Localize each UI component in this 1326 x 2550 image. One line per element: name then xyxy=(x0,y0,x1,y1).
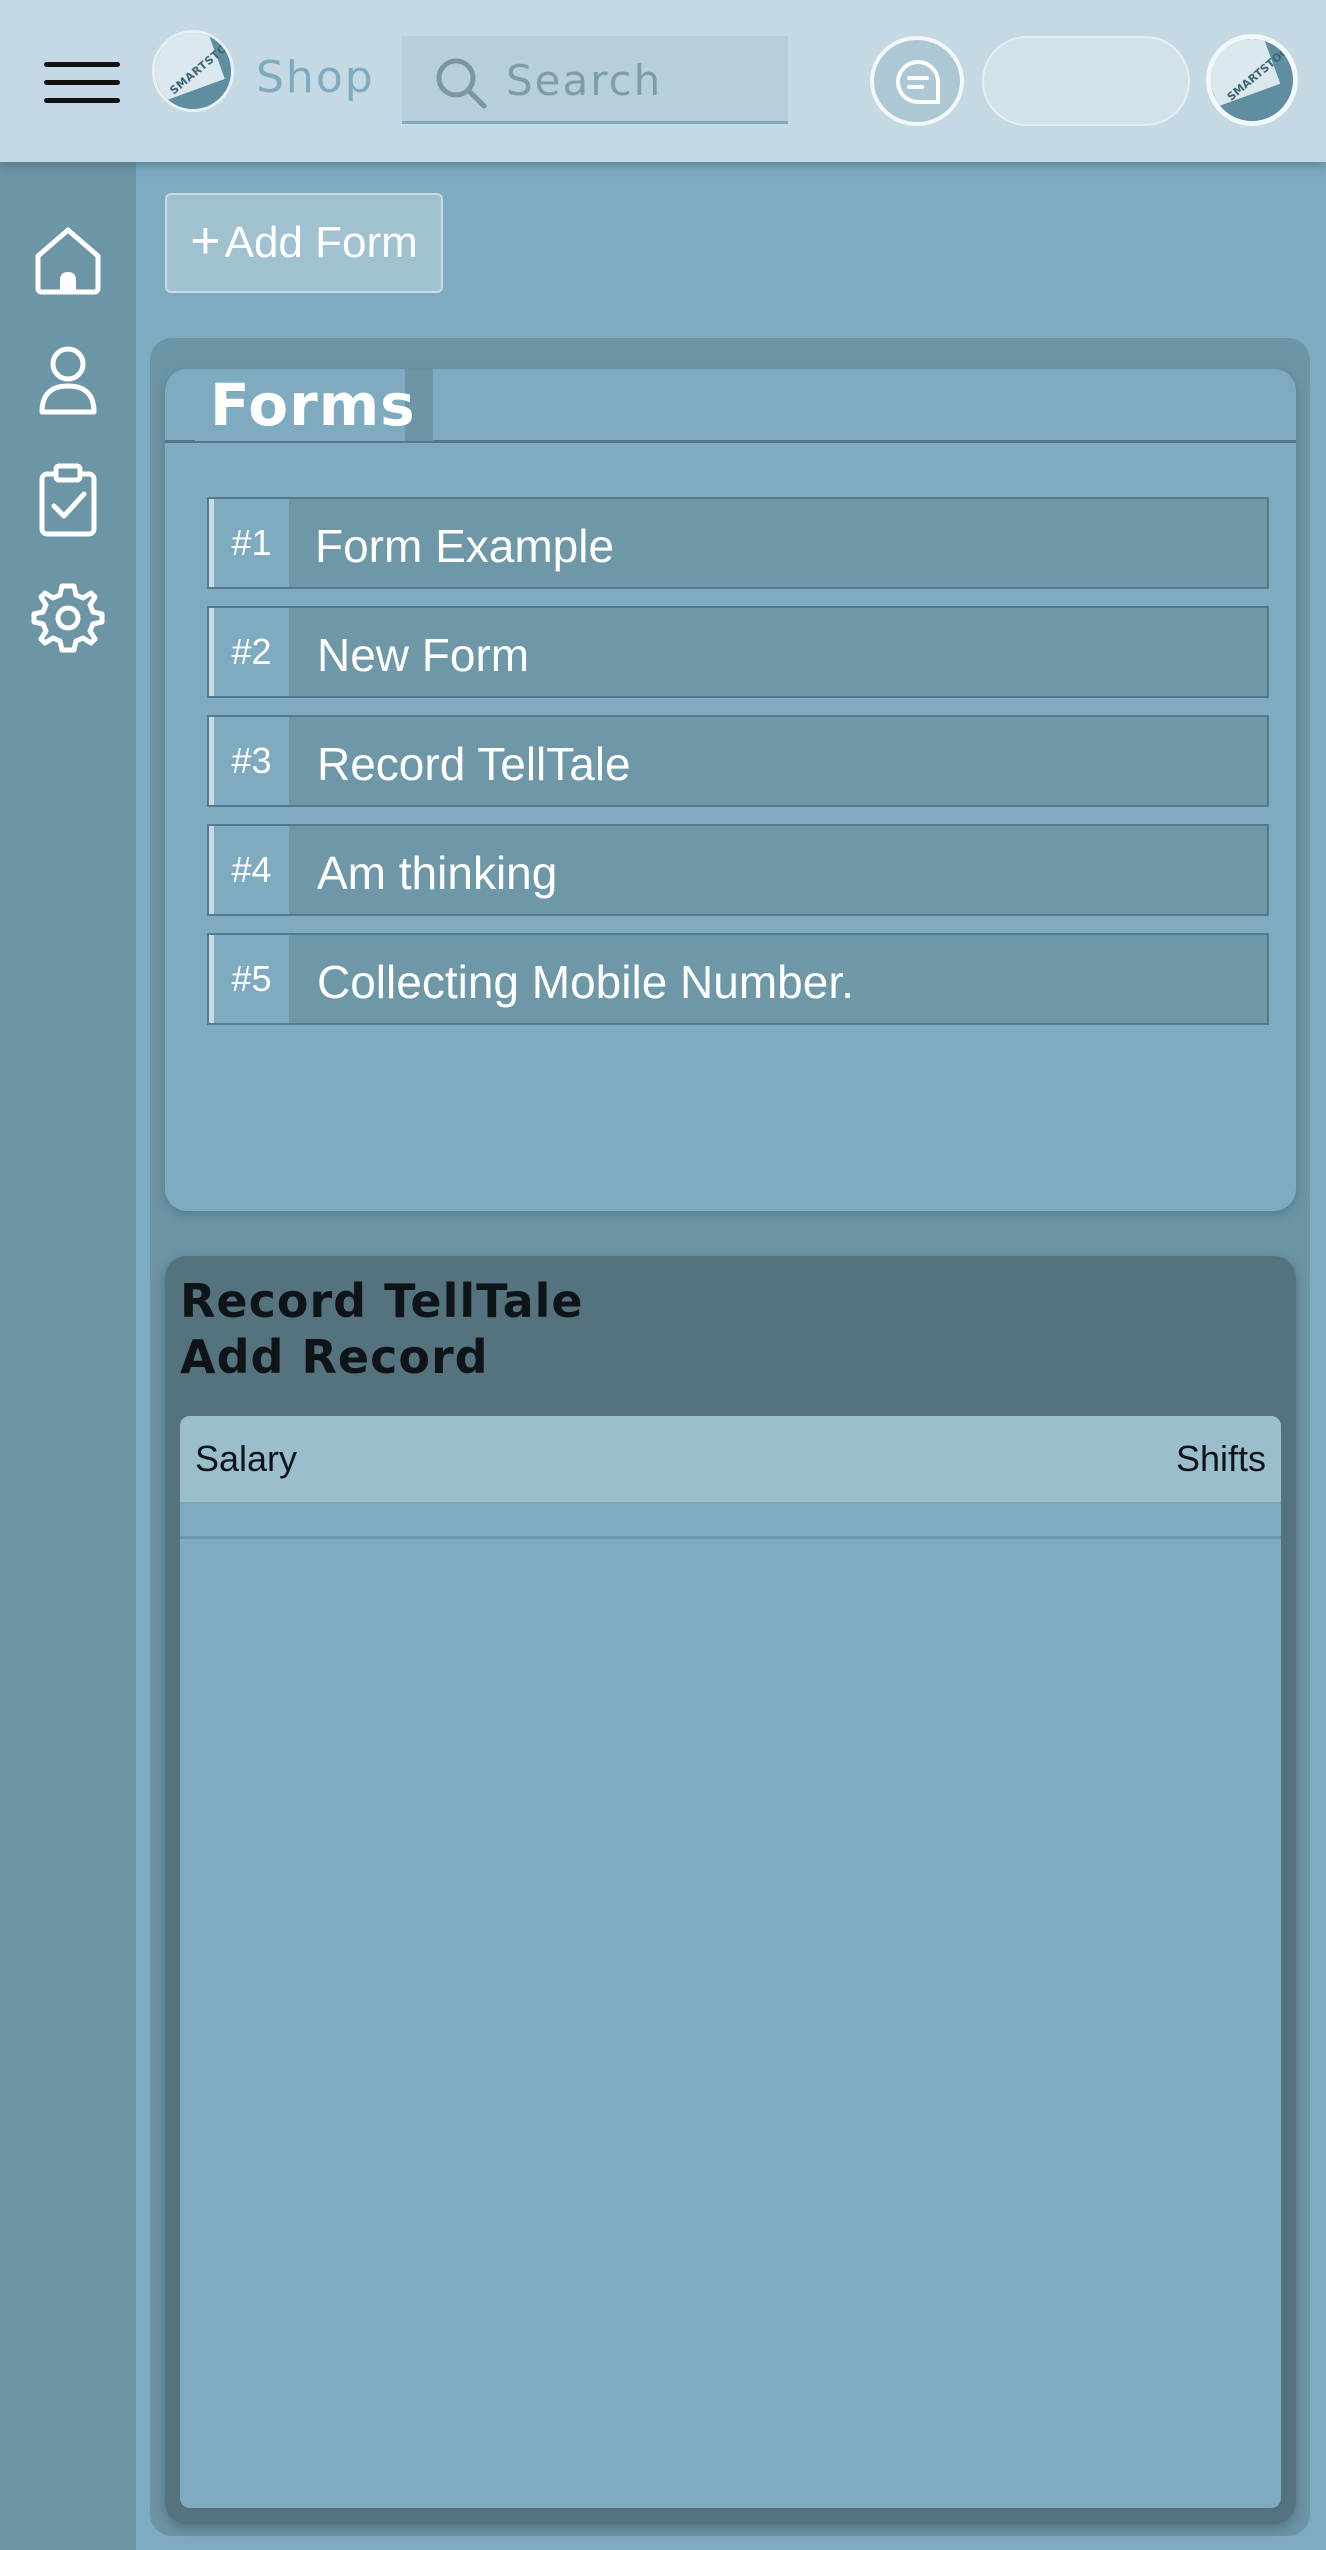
search-icon xyxy=(436,58,487,109)
avatar[interactable]: SMARTSTOCK xyxy=(1206,34,1298,126)
form-number: #1 xyxy=(209,499,289,587)
form-list-item[interactable]: #3 Record TellTale xyxy=(207,715,1269,807)
forms-card: Forms #1 Form Example #2 New Form #3 Rec… xyxy=(165,369,1296,1211)
column-header-shifts[interactable]: Shifts xyxy=(1176,1438,1266,1480)
column-header-salary[interactable]: Salary xyxy=(195,1438,297,1480)
form-name: New Form xyxy=(317,629,530,681)
record-table: Salary Shifts xyxy=(180,1416,1281,2508)
add-record-link[interactable]: Add Record xyxy=(180,1330,489,1384)
add-form-button[interactable]: + Add Form xyxy=(165,193,443,293)
form-number: #2 xyxy=(209,608,289,696)
table-header-row: Salary Shifts xyxy=(180,1416,1281,1504)
forms-header: Forms xyxy=(165,369,1296,443)
add-form-label: Add Form xyxy=(224,218,418,267)
top-bar: SMARTSTOCK Shop SMARTSTOCK xyxy=(0,0,1326,162)
brand-logo[interactable]: SMARTSTOCK xyxy=(152,30,234,112)
form-name: Form Example xyxy=(315,520,615,572)
form-name: Am thinking xyxy=(317,847,558,899)
form-number: #3 xyxy=(209,717,289,805)
form-list-item[interactable]: #2 New Form xyxy=(207,606,1269,698)
chat-bubble-icon xyxy=(896,59,940,104)
forms-tab: Forms xyxy=(195,369,433,441)
forms-list: #1 Form Example #2 New Form #3 Record Te… xyxy=(207,497,1269,1042)
user-icon[interactable] xyxy=(30,342,106,418)
form-number: #4 xyxy=(209,826,289,914)
forms-title: Forms xyxy=(210,371,416,439)
form-number: #5 xyxy=(209,935,289,1023)
table-divider xyxy=(180,1536,1281,1539)
sidebar xyxy=(0,162,136,2550)
record-card: Record TellTale Add Record Salary Shifts xyxy=(165,1256,1296,2524)
form-list-item[interactable]: #5 Collecting Mobile Number. xyxy=(207,933,1269,1025)
form-name: Collecting Mobile Number. xyxy=(317,956,854,1008)
form-list-item[interactable]: #4 Am thinking xyxy=(207,824,1269,916)
home-icon[interactable] xyxy=(30,222,106,298)
form-name: Record TellTale xyxy=(317,738,631,790)
clipboard-check-icon[interactable] xyxy=(30,462,106,538)
form-list-item[interactable]: #1 Form Example xyxy=(207,497,1269,589)
record-title: Record TellTale xyxy=(180,1274,584,1328)
account-pill-button[interactable] xyxy=(982,36,1190,126)
brand-name[interactable]: Shop xyxy=(256,52,375,103)
chat-button[interactable] xyxy=(870,36,964,126)
hamburger-menu-icon[interactable] xyxy=(44,58,120,106)
search-input[interactable] xyxy=(506,52,776,108)
plus-icon: + xyxy=(190,212,221,270)
gear-icon[interactable] xyxy=(30,580,106,656)
search-box[interactable] xyxy=(402,36,788,124)
